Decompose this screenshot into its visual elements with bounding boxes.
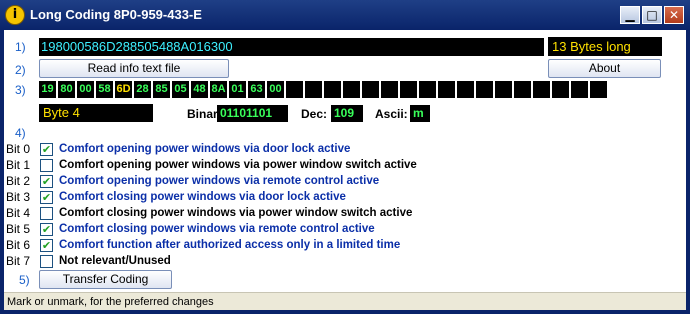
byte-cell[interactable]: 8A bbox=[210, 81, 227, 98]
bit-description: Comfort opening power windows via door l… bbox=[59, 143, 351, 155]
byte-cell[interactable] bbox=[381, 81, 398, 98]
byte-cells: 19 80 00 58 6D 28 85 05 48 8A 01 63 00 bbox=[39, 81, 609, 98]
checkmark-icon: ✔ bbox=[41, 174, 52, 188]
bit-label: Bit 4 bbox=[6, 206, 31, 220]
window-title: Long Coding 8P0-959-433-E bbox=[30, 7, 202, 22]
bit-label: Bit 0 bbox=[6, 142, 31, 156]
bit-description: Comfort closing power windows via remote… bbox=[59, 223, 375, 235]
bit-description: Comfort function after authorized access… bbox=[59, 239, 401, 251]
bit-row[interactable]: Bit 7 Not relevant/Unused bbox=[6, 253, 171, 269]
close-icon: ✕ bbox=[668, 8, 680, 22]
step-1-label: 1) bbox=[15, 40, 26, 54]
byte-cell[interactable] bbox=[286, 81, 303, 98]
byte-cell[interactable] bbox=[419, 81, 436, 98]
bit-row[interactable]: Bit 2 ✔ Comfort opening power windows via … bbox=[6, 173, 379, 189]
byte-cell[interactable] bbox=[514, 81, 531, 98]
long-coding-window: i Long Coding 8P0-959-433-E ▁ □ ✕ 1) 198… bbox=[0, 0, 690, 314]
bit-checkbox[interactable]: ✔ bbox=[40, 142, 53, 156]
bit-row[interactable]: Bit 4 Comfort closing power windows via p… bbox=[6, 205, 412, 221]
byte-cell[interactable] bbox=[571, 81, 588, 98]
maximize-icon: □ bbox=[646, 8, 658, 22]
bit-label: Bit 5 bbox=[6, 222, 31, 236]
bit-row[interactable]: Bit 6 ✔ Comfort function after authorized … bbox=[6, 237, 400, 253]
byte-cell[interactable]: 00 bbox=[77, 81, 94, 98]
byte-cell[interactable] bbox=[324, 81, 341, 98]
status-bar: Mark or unmark, for the preferred change… bbox=[4, 292, 686, 310]
bit-label: Bit 2 bbox=[6, 174, 31, 188]
checkmark-icon: ✔ bbox=[41, 222, 52, 236]
checkmark-icon: ✔ bbox=[41, 190, 52, 204]
bit-checkbox[interactable]: ✔ bbox=[40, 222, 53, 236]
byte-cell[interactable] bbox=[590, 81, 607, 98]
selected-byte-label: Byte 4 bbox=[39, 104, 153, 122]
step-5-label: 5) bbox=[19, 273, 30, 287]
dec-label: Dec: bbox=[301, 107, 328, 121]
byte-cell[interactable] bbox=[305, 81, 322, 98]
byte-cell[interactable] bbox=[552, 81, 569, 98]
bit-row[interactable]: Bit 0 ✔ Comfort opening power windows via … bbox=[6, 141, 350, 157]
byte-cell[interactable]: 05 bbox=[172, 81, 189, 98]
info-icon: i bbox=[5, 5, 25, 25]
byte-cell[interactable] bbox=[438, 81, 455, 98]
transfer-coding-button[interactable]: Transfer Coding bbox=[39, 270, 172, 289]
byte-cell[interactable]: 80 bbox=[58, 81, 75, 98]
bit-checkbox[interactable] bbox=[40, 254, 53, 268]
bit-row[interactable]: Bit 5 ✔ Comfort closing power windows via … bbox=[6, 221, 375, 237]
byte-cell[interactable]: 00 bbox=[267, 81, 284, 98]
byte-cell[interactable] bbox=[495, 81, 512, 98]
byte-cell[interactable] bbox=[457, 81, 474, 98]
step-4-label: 4) bbox=[15, 126, 26, 140]
maximize-button[interactable]: □ bbox=[642, 6, 662, 24]
bit-checkbox[interactable]: ✔ bbox=[40, 174, 53, 188]
bit-checkbox[interactable] bbox=[40, 206, 53, 220]
bit-checkbox[interactable]: ✔ bbox=[40, 238, 53, 252]
coding-length-label: 13 Bytes long bbox=[548, 37, 662, 56]
title-bar[interactable]: i Long Coding 8P0-959-433-E ▁ □ ✕ bbox=[0, 0, 690, 30]
byte-cell[interactable] bbox=[400, 81, 417, 98]
ascii-label: Ascii: bbox=[375, 107, 408, 121]
step-2-label: 2) bbox=[15, 63, 26, 77]
ascii-value: m bbox=[410, 105, 430, 122]
bit-description: Not relevant/Unused bbox=[59, 255, 171, 267]
byte-cell[interactable]: 58 bbox=[96, 81, 113, 98]
byte-cell[interactable]: 85 bbox=[153, 81, 170, 98]
byte-cell[interactable]: 28 bbox=[134, 81, 151, 98]
checkmark-icon: ✔ bbox=[41, 142, 52, 156]
bit-label: Bit 1 bbox=[6, 158, 31, 172]
dec-value: 109 bbox=[331, 105, 363, 122]
bit-checkbox[interactable] bbox=[40, 158, 53, 172]
byte-cell[interactable] bbox=[533, 81, 550, 98]
bit-description: Comfort closing power windows via power … bbox=[59, 207, 413, 219]
minimize-icon: ▁ bbox=[625, 8, 635, 22]
step-3-label: 3) bbox=[15, 83, 26, 97]
byte-cell[interactable] bbox=[362, 81, 379, 98]
coding-value-field[interactable]: 198000586D288505488A016300 bbox=[39, 38, 544, 56]
bit-description: Comfort opening power windows via power … bbox=[59, 159, 417, 171]
binary-value: 01101101 bbox=[217, 105, 288, 122]
byte-cell[interactable]: 01 bbox=[229, 81, 246, 98]
bit-row[interactable]: Bit 1 Comfort opening power windows via p… bbox=[6, 157, 417, 173]
close-button[interactable]: ✕ bbox=[664, 6, 684, 24]
bit-description: Comfort opening power windows via remote… bbox=[59, 175, 380, 187]
byte-cell[interactable]: 48 bbox=[191, 81, 208, 98]
bit-label: Bit 7 bbox=[6, 254, 31, 268]
bit-description: Comfort closing power windows via door l… bbox=[59, 191, 346, 203]
byte-cell[interactable]: 6D bbox=[115, 81, 132, 98]
about-button[interactable]: About bbox=[548, 59, 661, 78]
bit-label: Bit 3 bbox=[6, 190, 31, 204]
byte-cell[interactable]: 63 bbox=[248, 81, 265, 98]
bit-label: Bit 6 bbox=[6, 238, 31, 252]
byte-cell[interactable]: 19 bbox=[39, 81, 56, 98]
bit-row[interactable]: Bit 3 ✔ Comfort closing power windows via … bbox=[6, 189, 346, 205]
minimize-button[interactable]: ▁ bbox=[620, 6, 640, 24]
byte-cell[interactable] bbox=[343, 81, 360, 98]
checkmark-icon: ✔ bbox=[41, 238, 52, 252]
client-area: 1) 198000586D288505488A016300 13 Bytes l… bbox=[4, 30, 686, 310]
read-info-button[interactable]: Read info text file bbox=[39, 59, 229, 78]
bit-checkbox[interactable]: ✔ bbox=[40, 190, 53, 204]
byte-cell[interactable] bbox=[476, 81, 493, 98]
